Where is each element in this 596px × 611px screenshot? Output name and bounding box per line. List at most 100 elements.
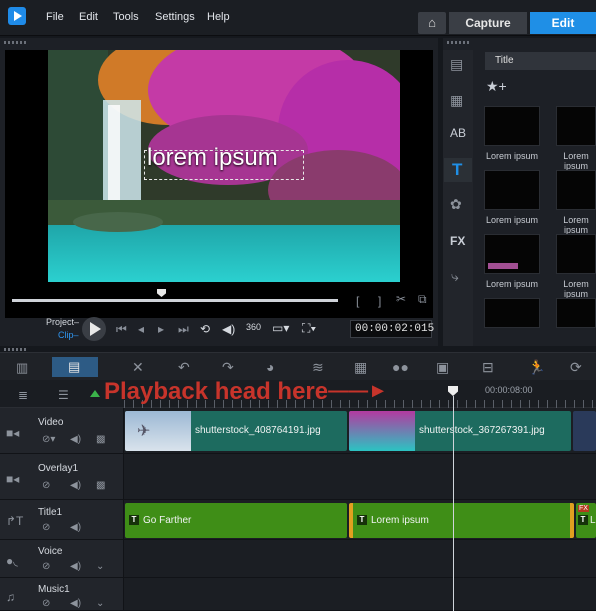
title-thumbnail[interactable] bbox=[556, 170, 596, 210]
motion-icon[interactable]: 🏃 bbox=[528, 359, 545, 376]
title-clip[interactable]: FX T L bbox=[576, 503, 596, 538]
split-screen-icon[interactable]: ⊟ bbox=[482, 359, 494, 376]
app-logo-icon bbox=[8, 7, 26, 25]
split-clip-icon[interactable]: ✂ bbox=[396, 292, 406, 306]
track-name: Overlay1 bbox=[38, 463, 79, 474]
repeat-icon[interactable]: ⟲ bbox=[200, 322, 210, 336]
motion-path-icon[interactable]: ⤷ bbox=[451, 268, 459, 285]
track-header: ■◂ Video ⊘▾ ◀) ▩ bbox=[0, 408, 124, 453]
mute-icon[interactable]: ◀) bbox=[70, 561, 81, 572]
video-track-icon: ■◂ bbox=[6, 426, 20, 440]
home-icon: ⌂ bbox=[428, 15, 436, 30]
mask-icon[interactable]: ●● bbox=[392, 359, 409, 375]
menu-tools[interactable]: Tools bbox=[113, 11, 139, 23]
title-thumbnail[interactable] bbox=[484, 234, 540, 274]
music-track-icon: ♫ bbox=[6, 590, 15, 604]
enlarge-preview-icon[interactable]: ⧉ bbox=[418, 292, 427, 307]
add-to-favorites-icon[interactable]: ★+ bbox=[486, 78, 507, 95]
title-thumbnail[interactable] bbox=[556, 298, 596, 328]
clip-name: L bbox=[590, 515, 596, 526]
instant-project-icon[interactable]: ▦ bbox=[450, 92, 463, 109]
color-icon[interactable]: ◕ bbox=[266, 359, 274, 375]
title-clip[interactable]: T Go Farther bbox=[125, 503, 347, 538]
playback-head-line[interactable] bbox=[453, 396, 454, 611]
expand-icon[interactable]: ⌄ bbox=[96, 598, 104, 609]
timeline-view-button[interactable]: ▤ bbox=[52, 357, 98, 377]
multicam-icon[interactable]: ▦ bbox=[354, 359, 367, 376]
end-icon[interactable]: ⏭ bbox=[178, 322, 189, 337]
mute-icon[interactable]: ◀) bbox=[70, 480, 81, 491]
airplane-icon: ✈ bbox=[137, 423, 151, 440]
video-clip[interactable]: shutterstock_367267391.jpg bbox=[349, 411, 571, 451]
chapter-marker-icon[interactable] bbox=[90, 390, 100, 397]
link-icon[interactable]: ⊘ bbox=[42, 522, 50, 533]
title-icon: T bbox=[452, 160, 463, 179]
tools-icon[interactable]: ✕ bbox=[132, 359, 144, 376]
expand-icon[interactable]: ⌄ bbox=[96, 561, 104, 572]
crop-icon[interactable]: ⛶▾ bbox=[302, 321, 316, 336]
aspect-ratio-icon[interactable]: ▭▾ bbox=[272, 321, 289, 335]
transition-icon[interactable]: AB bbox=[450, 126, 466, 140]
menu-settings[interactable]: Settings bbox=[155, 11, 195, 23]
link-icon[interactable]: ⊘ bbox=[42, 480, 50, 491]
title-thumbnail[interactable] bbox=[556, 234, 596, 274]
tab-capture[interactable]: Capture bbox=[449, 12, 527, 34]
mark-in-icon[interactable]: [ bbox=[356, 294, 359, 308]
menu-file[interactable]: File bbox=[46, 11, 64, 23]
title-track: ↱T Title1 ⊘ ◀) T Go Farther T Lorem ipsu… bbox=[0, 500, 596, 540]
mute-icon[interactable]: ◀) bbox=[70, 434, 81, 445]
clip-mode-label[interactable]: Clip– bbox=[58, 330, 79, 340]
panel-grip[interactable] bbox=[447, 41, 469, 44]
menu-help[interactable]: Help bbox=[207, 11, 230, 23]
volume-icon[interactable]: ◀) bbox=[222, 322, 235, 336]
track-name: Music1 bbox=[38, 584, 70, 595]
panel-grip[interactable] bbox=[4, 348, 26, 351]
annotation-text: Playback head here bbox=[104, 378, 329, 405]
preview-title-text[interactable]: lorem ipsum bbox=[147, 144, 278, 172]
clip-name: Go Farther bbox=[143, 515, 192, 526]
track-manager-icon[interactable]: ≣ bbox=[18, 388, 28, 402]
ripple-icon[interactable]: ▩ bbox=[96, 480, 105, 491]
chapter-icon[interactable]: ☰ bbox=[58, 388, 69, 402]
ripple-icon[interactable]: ▩ bbox=[96, 434, 105, 445]
playback-head-handle[interactable] bbox=[448, 386, 458, 396]
360-icon[interactable]: 360 bbox=[246, 322, 261, 332]
fx-icon[interactable]: FX bbox=[450, 234, 465, 248]
menu-edit[interactable]: Edit bbox=[79, 11, 98, 23]
title-thumbnail[interactable] bbox=[556, 106, 596, 146]
loop-icon[interactable]: ⟳ bbox=[570, 359, 582, 376]
title-editor-icon[interactable]: ▣ bbox=[436, 359, 449, 376]
annotation-arrow-icon: ——► bbox=[328, 380, 388, 402]
mute-icon[interactable]: ◀) bbox=[70, 522, 81, 533]
preview-window[interactable]: lorem ipsum bbox=[5, 50, 433, 318]
title-thumbnail[interactable] bbox=[484, 170, 540, 210]
mark-out-icon[interactable]: ] bbox=[378, 294, 381, 308]
library-category-dropdown[interactable]: Title bbox=[485, 52, 596, 70]
link-icon[interactable]: ⊘ bbox=[42, 598, 50, 609]
play-button[interactable] bbox=[82, 317, 106, 341]
project-mode-label[interactable]: Project– bbox=[46, 317, 79, 327]
title-thumbnail[interactable] bbox=[484, 106, 540, 146]
video-clip[interactable] bbox=[573, 411, 596, 451]
title-clip-selected[interactable]: T Lorem ipsum bbox=[349, 503, 574, 538]
title-thumbnail[interactable] bbox=[484, 298, 540, 328]
undo-icon[interactable]: ↶ bbox=[178, 359, 190, 376]
previous-frame-icon[interactable]: ◂ bbox=[138, 322, 144, 336]
tab-edit[interactable]: Edit bbox=[530, 12, 596, 34]
storyboard-view-icon[interactable]: ▥ bbox=[16, 360, 28, 376]
audio-mixer-icon[interactable]: ≋ bbox=[312, 359, 324, 376]
scrub-bar[interactable] bbox=[12, 299, 338, 302]
home-icon-start[interactable]: ⏮ bbox=[116, 322, 127, 337]
title-category-button[interactable]: T bbox=[444, 158, 472, 182]
graphics-icon[interactable]: ✿ bbox=[450, 196, 462, 213]
next-frame-icon[interactable]: ▸ bbox=[158, 322, 164, 336]
redo-icon[interactable]: ↷ bbox=[222, 359, 234, 376]
link-icon[interactable]: ⊘ bbox=[42, 561, 50, 572]
link-icon[interactable]: ⊘▾ bbox=[42, 434, 55, 445]
panel-grip[interactable] bbox=[4, 41, 26, 44]
mute-icon[interactable]: ◀) bbox=[70, 598, 81, 609]
home-button[interactable]: ⌂ bbox=[418, 12, 446, 34]
timecode-display[interactable]: 00:00:02:015 bbox=[350, 320, 434, 338]
media-icon[interactable]: ▤ bbox=[450, 56, 463, 73]
video-clip[interactable]: ✈ shutterstock_408764191.jpg bbox=[125, 411, 347, 451]
